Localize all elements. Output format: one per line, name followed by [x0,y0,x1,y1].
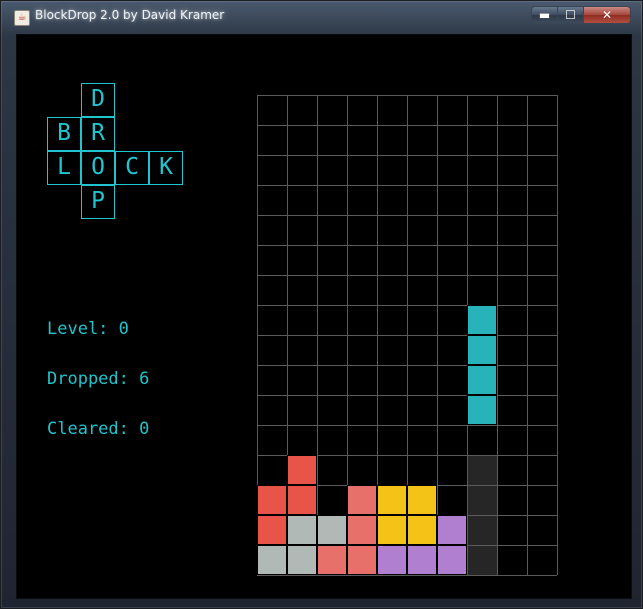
placed-block-gray [287,515,317,545]
placed-block-red [257,485,287,515]
logo-letter-l: L [47,151,81,185]
close-button[interactable]: ✕ [584,6,631,24]
game-board[interactable] [257,95,558,576]
logo-letter-p: P [81,185,115,219]
app-window: ☕ BlockDrop 2.0 by David Kramer ▬ ☐ ✕ DB… [0,0,643,609]
falling-piece-block [467,395,497,425]
placed-block-yellow [377,515,407,545]
dropped-label: Dropped: 6 [47,369,150,389]
placed-block-yellow [407,485,437,515]
placed-block-purple [437,545,467,575]
placed-block-gray [257,545,287,575]
placed-block-salmon [347,545,377,575]
falling-piece-block [467,335,497,365]
logo-letter-b: B [47,117,81,151]
placed-block-salmon [347,515,377,545]
placed-block-red [257,515,287,545]
falling-piece-block [467,305,497,335]
window-title: BlockDrop 2.0 by David Kramer [35,8,225,22]
falling-piece-block [467,365,497,395]
title-bar[interactable]: ☕ BlockDrop 2.0 by David Kramer ▬ ☐ ✕ [1,1,642,31]
level-label: Level: 0 [47,319,129,339]
placed-block-purple [407,545,437,575]
logo-letter-k: K [149,151,183,185]
placed-block-salmon [347,485,377,515]
minimize-button[interactable]: ▬ [531,6,558,24]
java-cup-icon[interactable]: ☕ [14,10,30,26]
placed-block-red [287,455,317,485]
cleared-label: Cleared: 0 [47,419,150,439]
placed-block-gray [287,545,317,575]
logo-letter-d: D [81,83,115,117]
logo-letter-r: R [81,117,115,151]
placed-block-yellow [407,515,437,545]
placed-block-yellow [377,485,407,515]
maximize-button[interactable]: ☐ [558,6,584,24]
placed-block-salmon [317,545,347,575]
game-area[interactable]: DBRLOCKP Level: 0 Dropped: 6 Cleared: 0 [16,34,632,599]
placed-block-purple [377,545,407,575]
logo-letter-c: C [115,151,149,185]
logo-letter-o: O [81,151,115,185]
placed-block-gray [317,515,347,545]
placed-block-purple [437,515,467,545]
placed-block-red [287,485,317,515]
